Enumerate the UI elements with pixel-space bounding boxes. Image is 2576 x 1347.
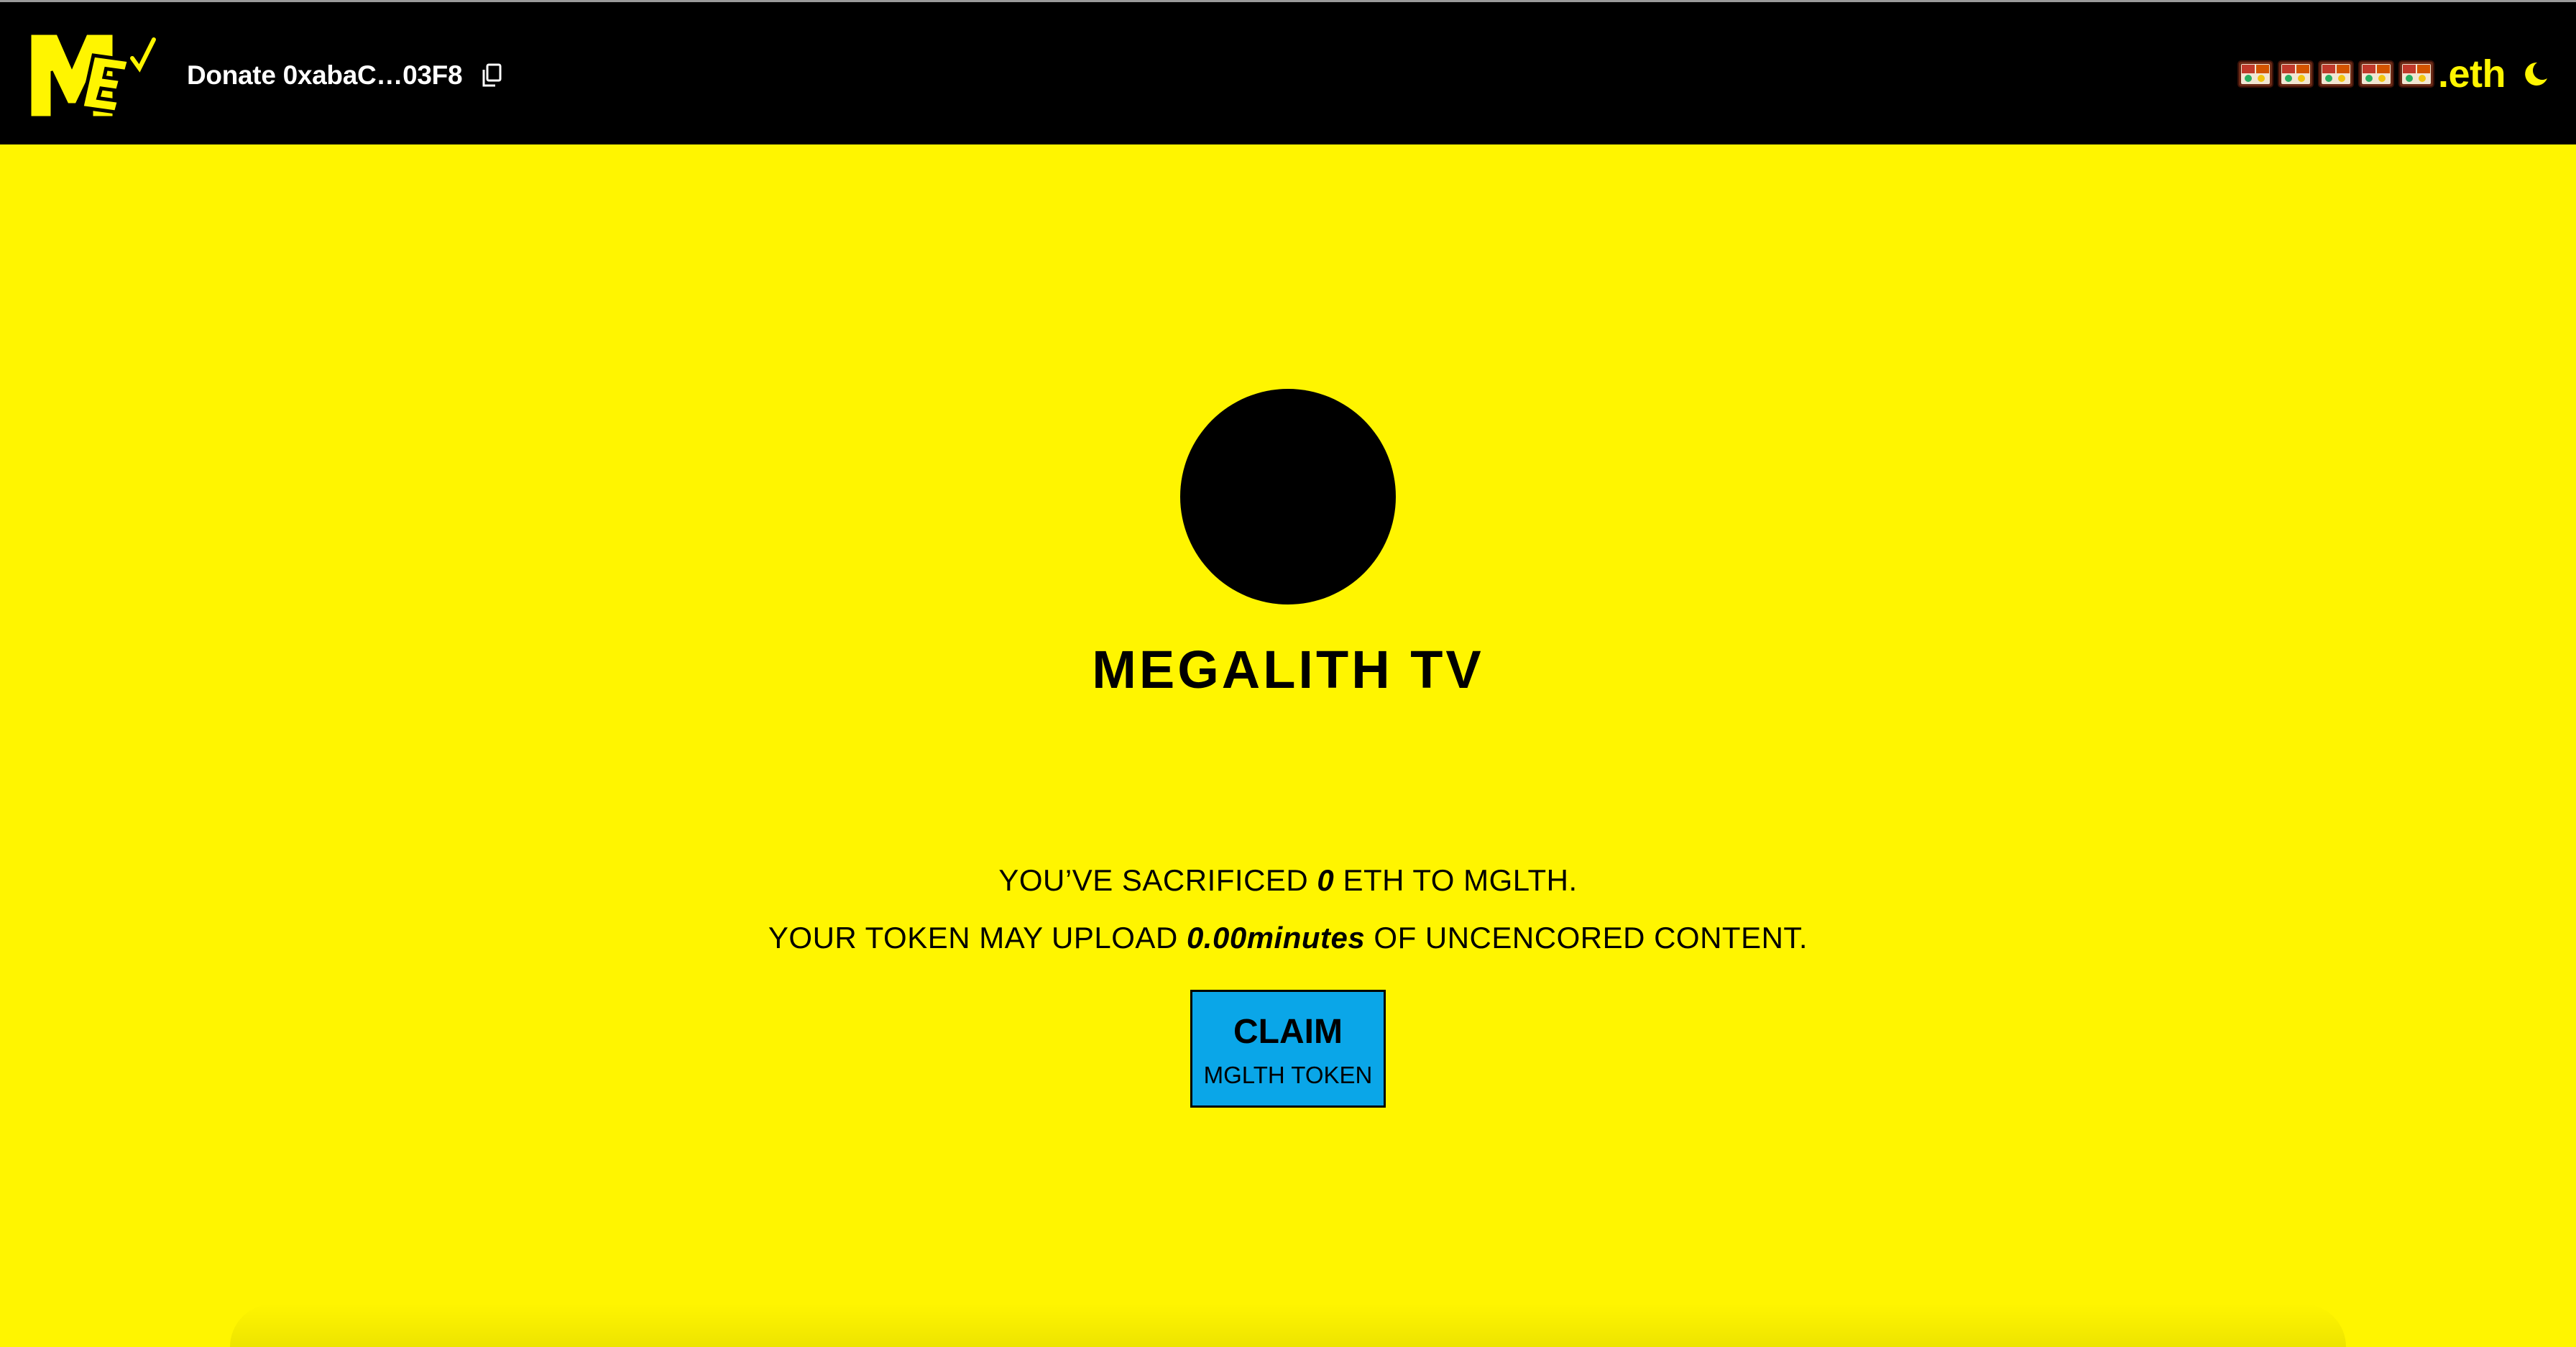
sacrificed-suffix: ETH TO MGLTH. bbox=[1334, 863, 1578, 897]
ens-name: .eth bbox=[2237, 52, 2506, 96]
claim-label: CLAIM bbox=[1233, 1013, 1343, 1051]
upload-value: 0.00minutes bbox=[1186, 921, 1366, 955]
ens-account[interactable]: .eth bbox=[2237, 48, 2550, 100]
upload-prefix: YOUR TOKEN MAY UPLOAD bbox=[768, 921, 1187, 955]
ens-suffix: .eth bbox=[2437, 52, 2506, 96]
moon-icon[interactable] bbox=[2521, 60, 2550, 88]
donate-label: Donate 0xabaC…03F8 bbox=[187, 60, 463, 90]
top-header: Donate 0xabaC…03F8 .eth bbox=[0, 0, 2576, 144]
main-content: MEGALITH TV YOU’VE SACRIFICED 0 ETH TO M… bbox=[0, 144, 2576, 1347]
bottom-panel-edge bbox=[230, 1304, 2346, 1347]
claim-sublabel: MGLTH TOKEN bbox=[1203, 1062, 1373, 1088]
logo-icon[interactable] bbox=[26, 29, 160, 120]
upload-allowance-text: YOUR TOKEN MAY UPLOAD 0.00minutes OF UNC… bbox=[0, 921, 2576, 955]
upload-suffix: OF UNCENCORED CONTENT. bbox=[1365, 921, 1808, 955]
sacrificed-value: 0 bbox=[1317, 863, 1335, 897]
bento-box-icon bbox=[2398, 58, 2435, 90]
bento-box-icon bbox=[2237, 58, 2274, 90]
sacrificed-prefix: YOU’VE SACRIFICED bbox=[998, 863, 1317, 897]
bento-box-icon bbox=[2277, 58, 2314, 90]
page-title: MEGALITH TV bbox=[1092, 640, 1484, 699]
claim-button[interactable]: CLAIM MGLTH TOKEN bbox=[1190, 990, 1386, 1108]
copy-icon[interactable] bbox=[481, 63, 502, 88]
ens-emoji-group bbox=[2237, 58, 2435, 90]
channel-avatar bbox=[1180, 389, 1396, 604]
bento-box-icon bbox=[2358, 58, 2395, 90]
donate-address[interactable]: Donate 0xabaC…03F8 bbox=[187, 57, 502, 94]
sacrificed-text: YOU’VE SACRIFICED 0 ETH TO MGLTH. bbox=[0, 863, 2576, 898]
bento-box-icon bbox=[2317, 58, 2355, 90]
